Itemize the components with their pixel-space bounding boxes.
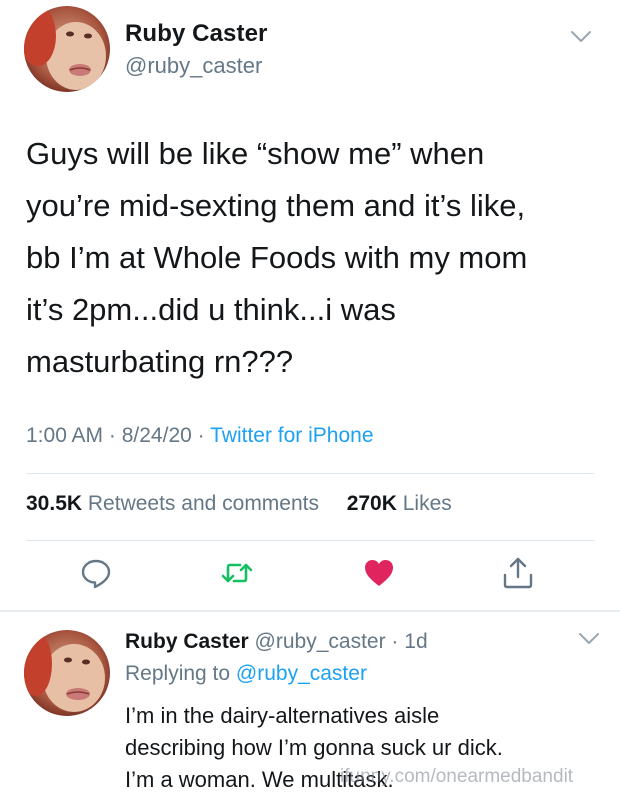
like-button[interactable] — [362, 556, 396, 590]
likes-count[interactable]: 270K — [347, 492, 397, 515]
avatar-photo — [24, 630, 110, 716]
likes-label[interactable]: Likes — [403, 492, 452, 515]
author-name[interactable]: Ruby Caster — [125, 20, 267, 48]
reply-author-avatar[interactable] — [24, 630, 110, 716]
divider — [0, 610, 620, 612]
speech-bubble-icon — [81, 559, 111, 589]
retweet-button[interactable] — [220, 556, 254, 590]
divider — [26, 540, 594, 541]
tweet-text-line: it’s 2pm...did u think...i was — [26, 292, 396, 327]
reply-age[interactable]: 1d — [404, 630, 427, 653]
reply-button[interactable] — [79, 556, 113, 590]
tweet-text-line: Guys will be like “show me” when — [26, 136, 485, 171]
share-icon — [503, 557, 533, 589]
divider — [26, 473, 594, 474]
replying-to-handle[interactable]: @ruby_caster — [236, 662, 367, 685]
share-button[interactable] — [501, 556, 535, 590]
tweet-date[interactable]: 8/24/20 — [122, 424, 192, 447]
tweet-text-line: masturbating rn??? — [26, 344, 294, 379]
tweet-text-line: bb I’m at Whole Foods with my mom — [26, 240, 528, 275]
heart-icon — [365, 560, 393, 586]
tweet-text: Guys will be like “show me” when you’re … — [26, 128, 606, 388]
author-avatar[interactable] — [24, 6, 110, 92]
author-handle[interactable]: @ruby_caster — [125, 53, 262, 79]
reply-author-name[interactable]: Ruby Caster — [125, 630, 249, 653]
tweet-meta: 1:00 AM · 8/24/20 · Twitter for iPhone — [26, 424, 374, 447]
reply-text-line: describing how I’m gonna suck ur dick. — [125, 735, 503, 760]
retweets-count[interactable]: 30.5K — [26, 492, 82, 515]
reply-author-handle[interactable]: @ruby_caster — [255, 630, 386, 653]
replying-to-label: Replying to — [125, 662, 231, 685]
retweets-label[interactable]: Retweets and comments — [88, 492, 319, 515]
reply-header: Ruby Caster @ruby_caster · 1d — [125, 630, 428, 653]
retweet-icon — [221, 563, 253, 583]
watermark: ifunny.com/onearmedbandit — [340, 766, 574, 787]
reply-text-line: I’m in the dairy-alternatives aisle — [125, 703, 440, 728]
chevron-down-icon[interactable] — [570, 30, 592, 44]
chevron-down-icon[interactable] — [578, 632, 600, 646]
tweet-text-line: you’re mid-sexting them and it’s like, — [26, 188, 526, 223]
tweet-time[interactable]: 1:00 AM — [26, 424, 103, 447]
tweet-source[interactable]: Twitter for iPhone — [210, 424, 373, 447]
tweet-stats: 30.5K Retweets and comments 270K Likes — [26, 492, 452, 516]
replying-to: Replying to @ruby_caster — [125, 662, 367, 686]
avatar-photo — [24, 6, 110, 92]
